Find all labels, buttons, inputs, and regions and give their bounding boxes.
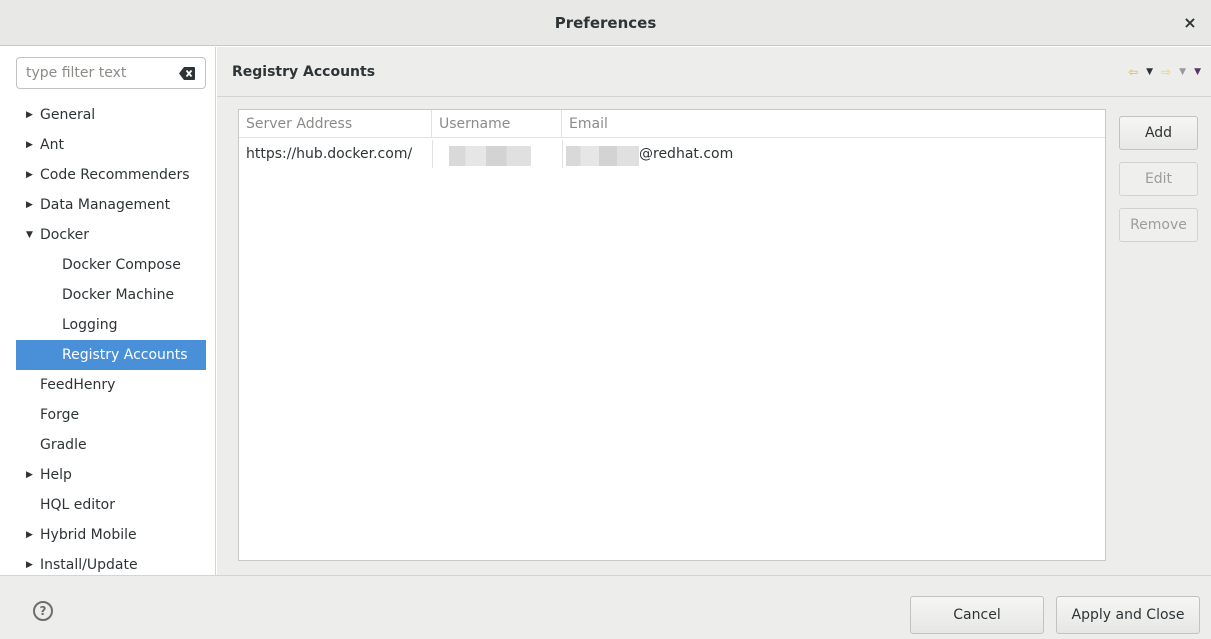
- tree-item-data-management[interactable]: ▶ Data Management: [0, 190, 215, 220]
- view-menu-icon[interactable]: ▼: [1194, 64, 1201, 80]
- column-header-server-address[interactable]: Server Address: [239, 110, 432, 138]
- page-title: Registry Accounts: [232, 64, 376, 80]
- tree-item-hql-editor[interactable]: HQL editor: [0, 490, 215, 520]
- tree-item-registry-accounts[interactable]: Registry Accounts: [16, 340, 206, 370]
- collapsed-arrow-icon[interactable]: ▶: [26, 460, 36, 490]
- dialog-footer: ? Cancel Apply and Close: [0, 575, 1211, 639]
- preferences-tree-pane: type filter text ▶ General ▶ Ant ▶ Code Recom…: [0, 47, 216, 575]
- expanded-arrow-icon[interactable]: ▼: [26, 220, 36, 250]
- filter-placeholder: type filter text: [26, 65, 127, 81]
- window-title: Preferences: [554, 13, 657, 32]
- tree-item-label: Docker Compose: [62, 257, 181, 273]
- column-header-email[interactable]: Email: [562, 110, 1105, 138]
- tree-item-feedhenry[interactable]: FeedHenry: [0, 370, 215, 400]
- add-button[interactable]: Add: [1119, 116, 1198, 150]
- remove-button[interactable]: Remove: [1119, 208, 1198, 242]
- tree-item-label: Logging: [62, 317, 118, 333]
- tree-item-code-recommenders[interactable]: ▶ Code Recommenders: [0, 160, 215, 190]
- tree-item-ant[interactable]: ▶ Ant: [0, 130, 215, 160]
- preference-page: Registry Accounts ⇦ ▼ ⇨ ▼ ▼ Server Addre…: [217, 47, 1211, 575]
- tree-item-label: Registry Accounts: [62, 347, 188, 363]
- title-bar: Preferences ×: [0, 0, 1211, 46]
- email-domain: @redhat.com: [639, 146, 734, 162]
- tree-item-docker-compose[interactable]: Docker Compose: [0, 250, 215, 280]
- registry-accounts-table[interactable]: Server Address Username Email https://hu…: [238, 109, 1106, 561]
- forward-dropdown-icon[interactable]: ▼: [1179, 64, 1186, 80]
- table-header: Server Address Username Email: [239, 110, 1105, 138]
- forward-arrow-icon[interactable]: ⇨: [1161, 64, 1171, 80]
- help-icon[interactable]: ?: [33, 601, 53, 621]
- apply-and-close-button[interactable]: Apply and Close: [1056, 596, 1200, 634]
- redacted-username: [449, 146, 531, 166]
- tree-item-docker-machine[interactable]: Docker Machine: [0, 280, 215, 310]
- cancel-button[interactable]: Cancel: [910, 596, 1044, 634]
- tree-item-label: Help: [40, 467, 72, 483]
- edit-button[interactable]: Edit: [1119, 162, 1198, 196]
- tree-item-label: Forge: [40, 407, 80, 423]
- table-row[interactable]: https://hub.docker.com/ @redhat.com: [239, 140, 1105, 168]
- tree-item-hybrid-mobile[interactable]: ▶ Hybrid Mobile: [0, 520, 215, 550]
- backspace-icon[interactable]: [179, 67, 195, 80]
- tree-item-logging[interactable]: Logging: [0, 310, 215, 340]
- tree-item-docker[interactable]: ▼ Docker: [0, 220, 215, 250]
- tree-item-label: Hybrid Mobile: [40, 527, 137, 543]
- collapsed-arrow-icon[interactable]: ▶: [26, 130, 36, 160]
- email-cell: @redhat.com: [562, 140, 1105, 168]
- page-nav: ⇦ ▼ ⇨ ▼ ▼: [1128, 64, 1201, 80]
- tree-item-gradle[interactable]: Gradle: [0, 430, 215, 460]
- tree-item-help[interactable]: ▶ Help: [0, 460, 215, 490]
- tree-item-label: Data Management: [40, 197, 171, 213]
- tree-item-label: Gradle: [40, 437, 87, 453]
- tree-item-label: Code Recommenders: [40, 167, 190, 183]
- collapsed-arrow-icon[interactable]: ▶: [26, 520, 36, 550]
- tree-item-label: Docker: [40, 227, 90, 243]
- redacted-email-local-part: [566, 146, 639, 166]
- collapsed-arrow-icon[interactable]: ▶: [26, 160, 36, 190]
- filter-input[interactable]: type filter text: [16, 57, 206, 89]
- back-dropdown-icon[interactable]: ▼: [1146, 64, 1153, 80]
- tree-item-forge[interactable]: Forge: [0, 400, 215, 430]
- preferences-tree: ▶ General ▶ Ant ▶ Code Recommenders ▶ Data Mana…: [0, 100, 215, 580]
- collapsed-arrow-icon[interactable]: ▶: [26, 190, 36, 220]
- tree-item-label: Docker Machine: [62, 287, 175, 303]
- username-cell: [432, 140, 562, 168]
- tree-item-label: FeedHenry: [40, 377, 116, 393]
- tree-item-label: HQL editor: [40, 497, 115, 513]
- collapsed-arrow-icon[interactable]: ▶: [26, 100, 36, 130]
- column-header-username[interactable]: Username: [432, 110, 562, 138]
- back-arrow-icon[interactable]: ⇦: [1128, 64, 1138, 80]
- page-header: Registry Accounts ⇦ ▼ ⇨ ▼ ▼: [217, 47, 1211, 97]
- server-address-cell: https://hub.docker.com/: [246, 146, 413, 162]
- table-actions: Add Edit Remove: [1119, 116, 1198, 254]
- tree-item-label: General: [40, 107, 96, 123]
- tree-item-general[interactable]: ▶ General: [0, 100, 215, 130]
- close-icon[interactable]: ×: [1181, 14, 1199, 32]
- tree-item-label: Ant: [40, 137, 64, 153]
